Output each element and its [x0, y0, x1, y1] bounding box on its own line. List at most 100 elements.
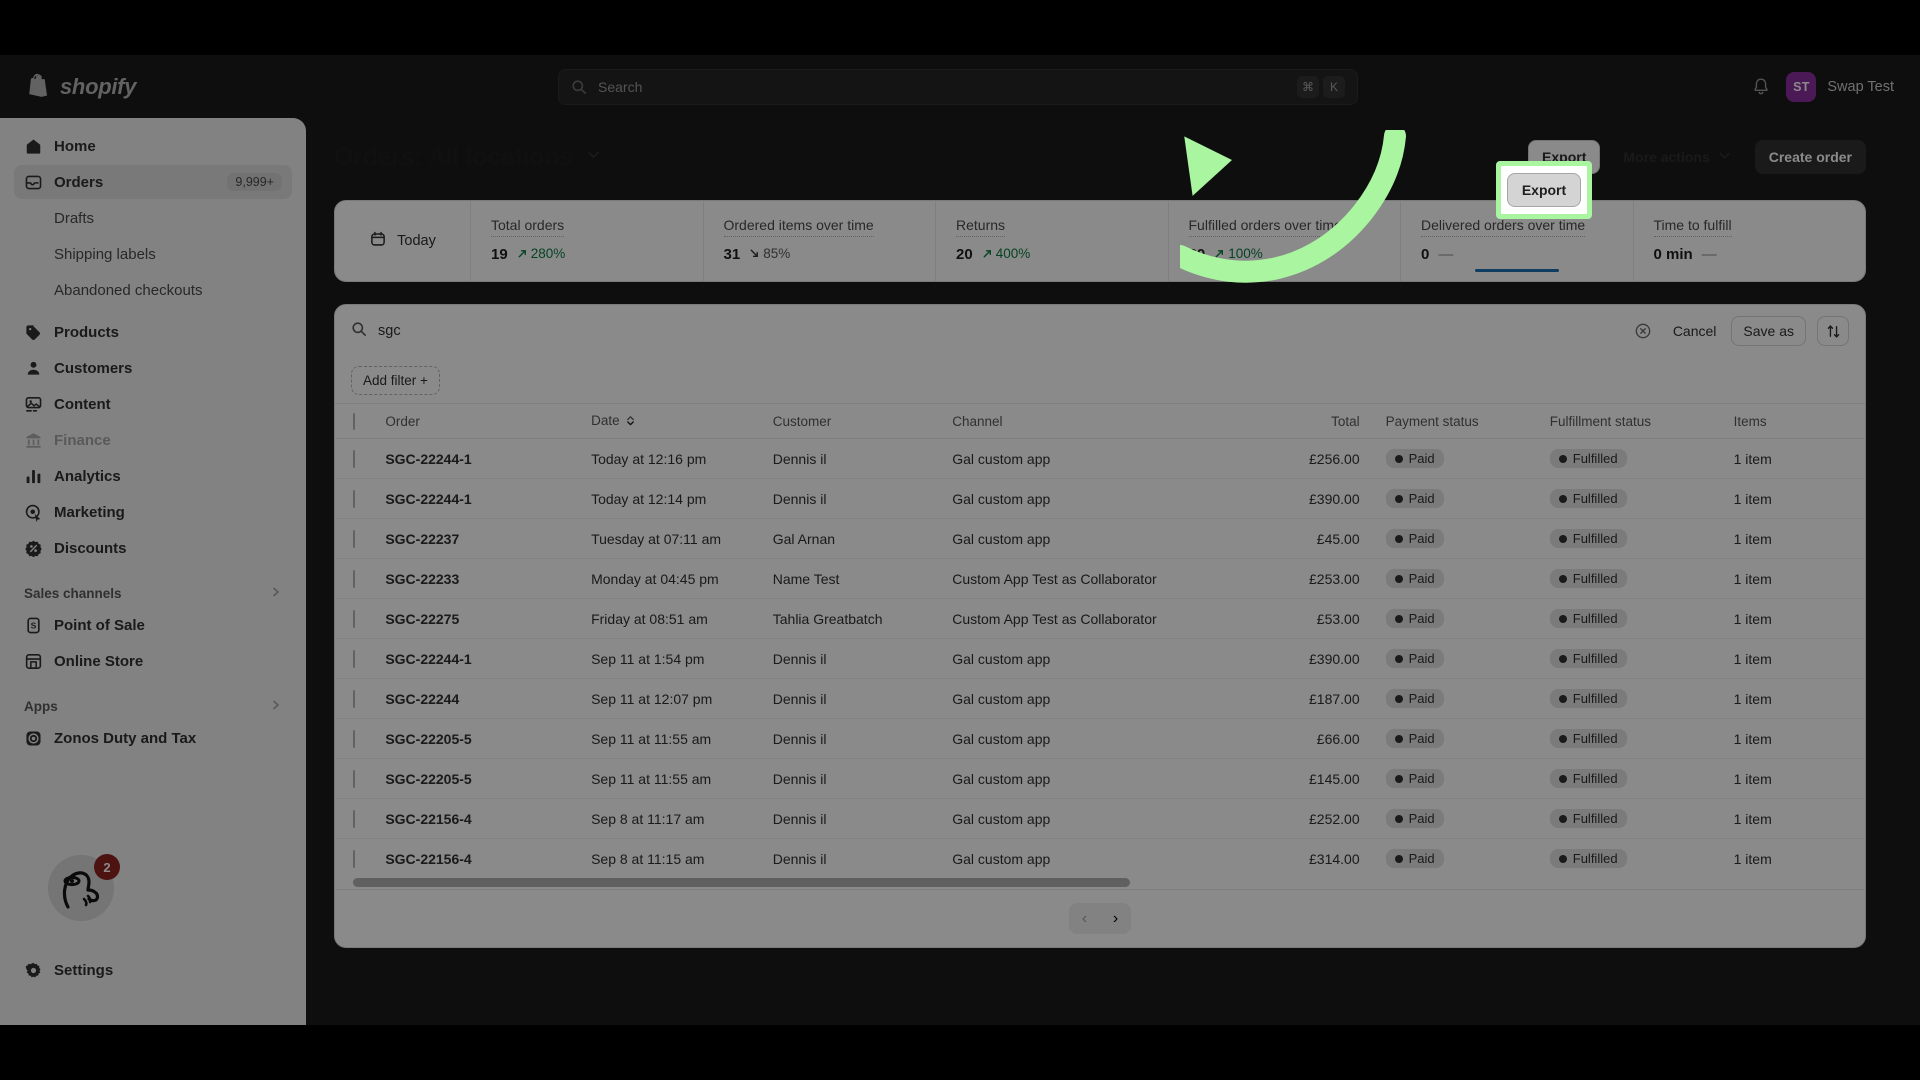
user-menu[interactable]: ST Swap Test [1786, 71, 1894, 102]
sort-ascdesc-icon[interactable] [625, 414, 636, 429]
order-link[interactable]: SGC-22244-1 [385, 651, 471, 667]
order-link[interactable]: SGC-22244-1 [385, 491, 471, 507]
row-checkbox[interactable] [353, 809, 355, 828]
metric-card[interactable]: Total orders 19 280% [471, 201, 704, 281]
column-header-fulfillment-status[interactable]: Fulfillment status [1549, 403, 1734, 439]
sidebar-item-discounts[interactable]: Discounts [14, 531, 292, 565]
column-header-total[interactable]: Total [1249, 403, 1386, 439]
create-order-button[interactable]: Create order [1754, 140, 1866, 174]
scrollbar-thumb[interactable] [353, 878, 1130, 887]
table-row[interactable]: SGC-22244-1 Today at 12:14 pm Dennis il Gal… [335, 478, 1865, 519]
next-page-button[interactable]: › [1100, 903, 1131, 934]
table-row[interactable]: SGC-22233 Monday at 04:45 pm Name Test Cust… [335, 558, 1865, 599]
notifications-bell-icon[interactable] [1750, 76, 1772, 98]
row-checkbox[interactable] [353, 449, 355, 468]
table-row[interactable]: SGC-22275 Friday at 08:51 am Tahlia Greatb… [335, 598, 1865, 639]
search-shortcut: ⌘ K [1297, 76, 1345, 98]
order-link[interactable]: SGC-22244 [385, 691, 459, 707]
column-header-customer[interactable]: Customer [772, 403, 953, 439]
cancel-search-button[interactable]: Cancel [1669, 323, 1721, 339]
export-button-highlighted[interactable]: Export [1507, 173, 1581, 207]
row-checkbox[interactable] [353, 689, 355, 708]
sidebar-item-online-store[interactable]: Online Store [14, 644, 292, 678]
cell-channel: Gal custom app [952, 438, 1250, 479]
sidebar-item-abandoned-checkouts[interactable]: Abandoned checkouts [14, 273, 292, 307]
table-header-row: Order Date Customer Channel Total Paymen… [335, 403, 1865, 439]
metric-active-indicator [1474, 269, 1559, 272]
shopify-logo[interactable]: shopify [0, 73, 306, 100]
table-row[interactable]: SGC-22244-1 Sep 11 at 1:54 pm Dennis il Gal… [335, 638, 1865, 679]
order-link[interactable]: SGC-22205-5 [385, 731, 471, 747]
sidebar-item-content[interactable]: Content [14, 387, 292, 421]
order-link[interactable]: SGC-22205-5 [385, 771, 471, 787]
row-checkbox[interactable] [353, 769, 355, 788]
global-search-input[interactable]: Search ⌘ K [558, 69, 1358, 105]
sidebar-item-analytics[interactable]: Analytics [14, 459, 292, 493]
sidebar-item-point-of-sale[interactable]: S Point of Sale [14, 608, 292, 642]
row-checkbox[interactable] [353, 729, 355, 748]
metric-card[interactable]: Ordered items over time 31 85% [704, 201, 936, 281]
payment-status-badge: Paid [1385, 689, 1444, 708]
metric-card[interactable]: Returns 20 400% [936, 201, 1169, 281]
avatar-notification-badge: 2 [94, 854, 120, 880]
column-header-channel[interactable]: Channel [952, 403, 1250, 439]
row-checkbox[interactable] [353, 569, 355, 588]
column-header-date[interactable]: Date [591, 403, 773, 439]
select-all-checkbox[interactable] [353, 412, 355, 430]
sidebar-item-shipping-labels[interactable]: Shipping labels [14, 237, 292, 271]
store-avatar[interactable]: 2 [48, 854, 120, 925]
row-checkbox[interactable] [353, 849, 355, 868]
location-selector[interactable]: Orders: All locations [334, 143, 602, 172]
metrics-date-range[interactable]: Today [335, 201, 471, 281]
order-link[interactable]: SGC-22237 [385, 531, 459, 547]
sidebar-item-products[interactable]: Products [14, 315, 292, 349]
metric-label: Delivered orders over time [1421, 217, 1586, 237]
column-header-items[interactable]: Items [1733, 403, 1865, 439]
cell-date: Sep 8 at 11:15 am [591, 850, 705, 867]
table-row[interactable]: SGC-22237 Tuesday at 07:11 am Gal Arnan Gal… [335, 518, 1865, 559]
add-filter-button[interactable]: Add filter + [351, 365, 440, 395]
sidebar-item-finance[interactable]: Finance [14, 423, 292, 457]
clear-search-icon[interactable] [1628, 316, 1658, 346]
table-row[interactable]: SGC-22205-5 Sep 11 at 11:55 am Dennis il Ga… [335, 758, 1865, 799]
order-link[interactable]: SGC-22156-4 [385, 811, 471, 827]
sidebar-item-home[interactable]: Home [14, 129, 292, 163]
sidebar-item-orders[interactable]: Orders 9,999+ [14, 165, 292, 199]
sidebar-section-apps[interactable]: Apps [14, 691, 292, 721]
orders-search-input[interactable]: sgc [351, 321, 1616, 342]
row-checkbox[interactable] [353, 489, 355, 508]
status-dot-icon [1558, 814, 1567, 823]
row-checkbox[interactable] [353, 529, 355, 548]
metric-label: Time to fulfill [1653, 217, 1732, 237]
column-header-payment-status[interactable]: Payment status [1385, 403, 1550, 439]
metric-card[interactable]: Fulfilled orders over time 20 100% [1169, 201, 1401, 281]
cell-channel: Gal custom app [952, 478, 1250, 519]
metric-card[interactable]: Time to fulfill 0 min — [1634, 201, 1866, 281]
save-as-button[interactable]: Save as [1731, 316, 1806, 346]
order-link[interactable]: SGC-22156-4 [385, 851, 471, 867]
sidebar-item-drafts[interactable]: Drafts [14, 201, 292, 235]
table-horizontal-scrollbar[interactable] [335, 878, 1865, 889]
table-row[interactable]: SGC-22205-5 Sep 11 at 11:55 am Dennis il Ga… [335, 718, 1865, 759]
sidebar-item-zonos-duty-and-tax[interactable]: Zonos Duty and Tax [14, 721, 292, 755]
status-dot-icon [1394, 774, 1403, 783]
sort-button[interactable] [1817, 316, 1849, 346]
row-checkbox[interactable] [353, 609, 355, 628]
more-actions-button[interactable]: More actions [1609, 140, 1745, 174]
metric-value-row: 31 85% [724, 246, 936, 263]
sidebar-item-marketing[interactable]: Marketing [14, 495, 292, 529]
sidebar-item-settings[interactable]: Settings [14, 953, 292, 987]
previous-page-button[interactable]: ‹ [1069, 903, 1100, 934]
row-checkbox[interactable] [353, 649, 355, 668]
order-link[interactable]: SGC-22275 [385, 611, 459, 627]
sidebar-section-sales-channels[interactable]: Sales channels [14, 578, 292, 608]
status-dot-icon [1394, 534, 1403, 543]
order-link[interactable]: SGC-22244-1 [385, 451, 471, 467]
table-row[interactable]: SGC-22156-4 Sep 8 at 11:15 am Dennis il Gal… [335, 839, 1865, 879]
table-row[interactable]: SGC-22244 Sep 11 at 12:07 pm Dennis il Gal … [335, 678, 1865, 719]
sidebar-item-customers[interactable]: Customers [14, 351, 292, 385]
column-header-order[interactable]: Order [385, 403, 592, 439]
table-row[interactable]: SGC-22244-1 Today at 12:16 pm Dennis il Gal… [335, 438, 1865, 479]
table-row[interactable]: SGC-22156-4 Sep 8 at 11:17 am Dennis il Gal… [335, 798, 1865, 839]
order-link[interactable]: SGC-22233 [385, 571, 459, 587]
